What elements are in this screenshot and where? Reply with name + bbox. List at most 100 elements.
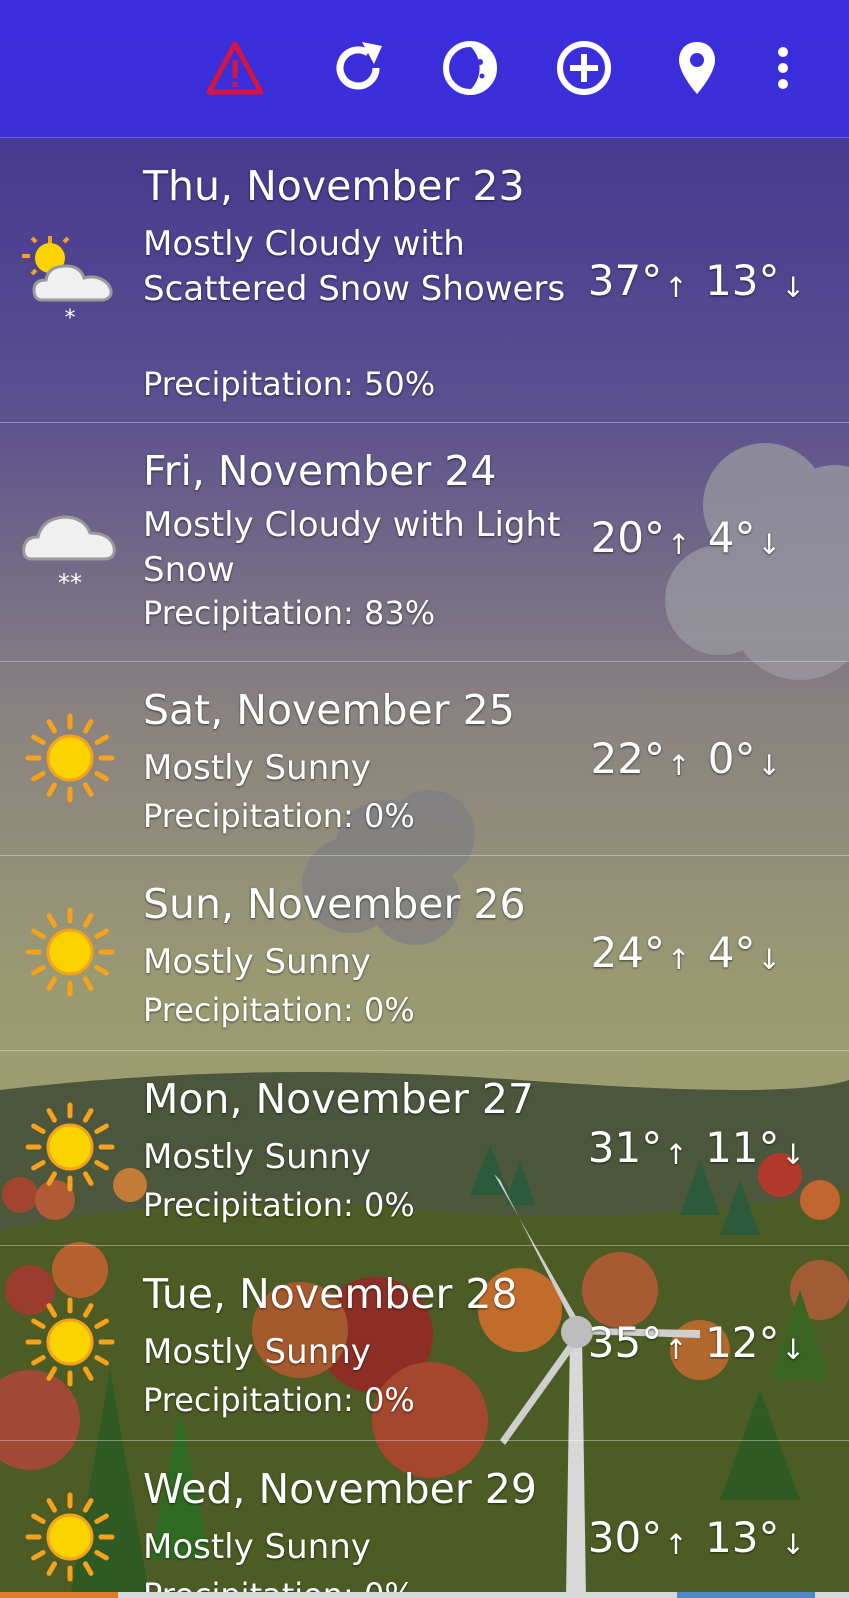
high-temp: 22° bbox=[590, 734, 665, 783]
forecast-temps: 24°↑ 4°↓ bbox=[591, 928, 785, 985]
low-temp: 11° bbox=[705, 1123, 780, 1172]
up-arrow-icon: ↑ bbox=[666, 528, 691, 561]
precip-value: 0% bbox=[363, 797, 415, 835]
forecast-condition: Mostly Sunny bbox=[143, 1527, 371, 1567]
refresh-icon[interactable] bbox=[328, 38, 388, 98]
low-temp: 4° bbox=[707, 928, 756, 977]
forecast-temps: 37°↑ 13°↓ bbox=[588, 256, 809, 313]
location-pin-icon[interactable] bbox=[667, 38, 727, 98]
moon-icon[interactable] bbox=[440, 38, 500, 98]
sun-ray bbox=[31, 1160, 46, 1171]
svg-text:**: ** bbox=[58, 569, 82, 593]
sun-ray bbox=[31, 1355, 46, 1366]
forecast-row-wed[interactable]: Wed, November 29 Mostly Sunny Precipitat… bbox=[0, 1441, 849, 1598]
forecast-date: Thu, November 23 bbox=[143, 162, 525, 210]
sun-ray bbox=[94, 1550, 109, 1561]
down-arrow-icon: ↓ bbox=[757, 943, 781, 976]
forecast-row-tue[interactable]: Tue, November 28 Mostly Sunny Precipitat… bbox=[0, 1246, 849, 1441]
high-temp: 24° bbox=[590, 928, 665, 977]
forecast-row-thu[interactable]: * Thu, November 23 Mostly Cloudy with Sc… bbox=[0, 138, 849, 423]
high-temp: 30° bbox=[587, 1513, 663, 1562]
sun-ray bbox=[46, 1108, 57, 1123]
sun-ray bbox=[83, 1108, 94, 1123]
high-temp: 31° bbox=[587, 1123, 663, 1172]
overflow-menu-icon[interactable] bbox=[768, 38, 798, 98]
sun-ray bbox=[31, 1318, 46, 1329]
sun-ray bbox=[46, 1561, 57, 1576]
forecast-date: Sun, November 26 bbox=[143, 880, 526, 928]
app-toolbar bbox=[0, 0, 849, 138]
sun-ray bbox=[83, 1303, 94, 1318]
low-temp: 4° bbox=[707, 513, 756, 562]
up-arrow-icon: ↑ bbox=[664, 1138, 688, 1171]
precip-label: Precipitation: bbox=[143, 1186, 354, 1224]
up-arrow-icon: ↑ bbox=[664, 271, 688, 304]
down-arrow-icon: ↓ bbox=[757, 528, 781, 561]
sun-ray bbox=[31, 734, 46, 745]
precip-label: Precipitation: bbox=[143, 365, 354, 403]
sun-ray bbox=[31, 1123, 46, 1134]
precip-label: Precipitation: bbox=[143, 1381, 354, 1419]
down-arrow-icon: ↓ bbox=[781, 1333, 805, 1366]
down-arrow-icon: ↓ bbox=[781, 271, 805, 304]
sun-ray bbox=[46, 782, 57, 797]
forecast-row-sat[interactable]: Sat, November 25 Mostly Sunny Precipitat… bbox=[0, 662, 849, 856]
high-temp: 20° bbox=[590, 513, 665, 562]
sun-ray bbox=[83, 976, 94, 991]
precip-label: Precipitation: bbox=[143, 594, 354, 632]
forecast-precipitation: Precipitation: 0% bbox=[143, 1185, 415, 1225]
forecast-temps: 22°↑ 0°↓ bbox=[591, 734, 785, 791]
forecast-row-sun[interactable]: Sun, November 26 Mostly Sunny Precipitat… bbox=[0, 856, 849, 1051]
sun-ray bbox=[94, 1513, 109, 1524]
sun-ray bbox=[94, 734, 109, 745]
sun-ray bbox=[94, 965, 109, 976]
sun-ray bbox=[94, 1160, 109, 1171]
forecast-precipitation: Precipitation: 50% bbox=[143, 364, 435, 404]
forecast-date: Tue, November 28 bbox=[143, 1270, 518, 1318]
forecast-list[interactable]: * Thu, November 23 Mostly Cloudy with Sc… bbox=[0, 138, 849, 1598]
forecast-temps: 20°↑ 4°↓ bbox=[591, 513, 785, 570]
precip-label: Precipitation: bbox=[143, 991, 354, 1029]
sun-icon bbox=[25, 1102, 115, 1192]
up-arrow-icon: ↑ bbox=[666, 943, 691, 976]
sun-ray bbox=[31, 965, 46, 976]
forecast-row-mon[interactable]: Mon, November 27 Mostly Sunny Precipitat… bbox=[0, 1051, 849, 1246]
indicator-left bbox=[0, 1592, 118, 1598]
high-temp: 35° bbox=[587, 1318, 663, 1367]
down-arrow-icon: ↓ bbox=[781, 1528, 805, 1561]
sun-icon bbox=[25, 713, 115, 803]
forecast-precipitation: Precipitation: 83% bbox=[143, 593, 435, 633]
sun-ray bbox=[31, 928, 46, 939]
forecast-date: Fri, November 24 bbox=[143, 447, 497, 495]
low-temp: 13° bbox=[705, 1513, 780, 1562]
sun-ray bbox=[83, 1498, 94, 1513]
low-temp: 12° bbox=[705, 1318, 780, 1367]
down-arrow-icon: ↓ bbox=[781, 1138, 805, 1171]
up-arrow-icon: ↑ bbox=[664, 1528, 688, 1561]
forecast-condition: Mostly Sunny bbox=[143, 1332, 371, 1372]
sun-ray bbox=[46, 1303, 57, 1318]
high-temp: 37° bbox=[587, 256, 663, 305]
sun-icon bbox=[25, 1492, 115, 1582]
sun-icon bbox=[25, 1297, 115, 1387]
indicator-right bbox=[677, 1592, 815, 1598]
forecast-temps: 31°↑ 11°↓ bbox=[588, 1123, 809, 1180]
warning-icon[interactable] bbox=[205, 38, 265, 98]
sun-ray bbox=[31, 1513, 46, 1524]
sun-ray bbox=[94, 928, 109, 939]
sun-ray bbox=[83, 782, 94, 797]
forecast-precipitation: Precipitation: 0% bbox=[143, 990, 415, 1030]
add-location-icon[interactable] bbox=[554, 38, 614, 98]
forecast-condition: Mostly Sunny bbox=[143, 1137, 371, 1177]
sun-ray bbox=[94, 1318, 109, 1329]
forecast-condition: Mostly Sunny bbox=[143, 942, 371, 982]
forecast-precipitation: Precipitation: 0% bbox=[143, 1380, 415, 1420]
sun-ray bbox=[94, 1123, 109, 1134]
forecast-row-fri[interactable]: ** Fri, November 24 Mostly Cloudy with L… bbox=[0, 423, 849, 662]
partly-cloudy-snow-icon: * bbox=[22, 236, 113, 330]
forecast-temps: 35°↑ 12°↓ bbox=[588, 1318, 809, 1375]
up-arrow-icon: ↑ bbox=[666, 749, 691, 782]
sun-ray bbox=[31, 771, 46, 782]
precip-value: 83% bbox=[363, 594, 436, 632]
sun-ray bbox=[31, 1550, 46, 1561]
